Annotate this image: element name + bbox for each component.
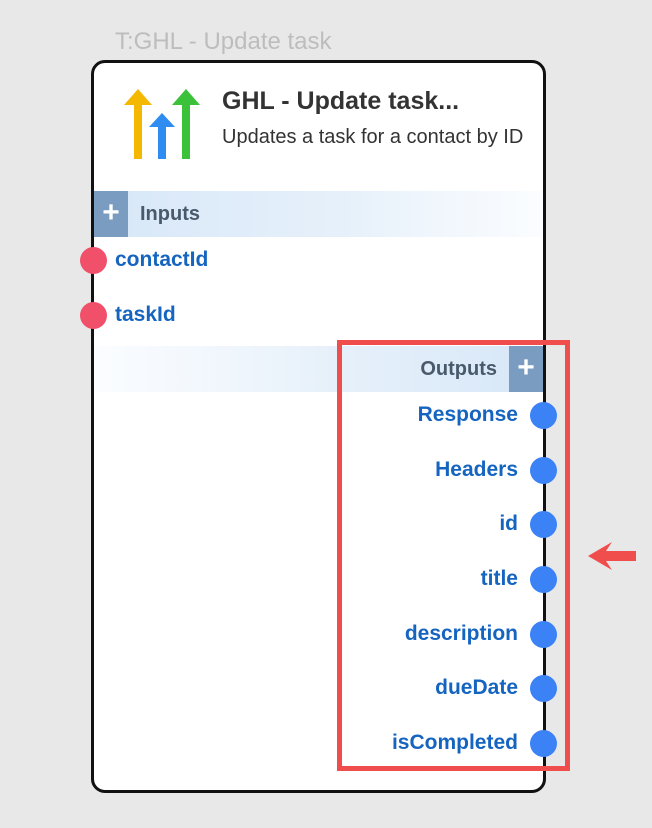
input-port-label: taskId [115, 303, 176, 326]
output-port-dot[interactable] [530, 729, 557, 757]
output-port-label: description [404, 622, 518, 645]
output-port-dot[interactable] [530, 620, 557, 648]
output-port-description[interactable]: description [405, 619, 557, 649]
output-port-label: isCompleted [391, 731, 518, 754]
outputs-label: Outputs [420, 357, 497, 380]
node-caption: T:GHL - Update task [115, 28, 332, 55]
output-port-duedate[interactable]: dueDate [435, 673, 557, 703]
inputs-section-bar: + Inputs [94, 191, 543, 237]
input-port-label: contactId [115, 248, 209, 271]
input-port-contactid[interactable]: contactId [80, 245, 208, 275]
input-port-dot[interactable] [80, 301, 107, 329]
output-port-dot[interactable] [530, 510, 557, 538]
output-port-label: title [480, 567, 518, 590]
output-port-label: Response [417, 403, 518, 426]
pointer-arrow-icon [588, 542, 636, 570]
output-port-label: id [499, 512, 518, 535]
ghl-logo-icon [124, 89, 200, 159]
output-port-headers[interactable]: Headers [435, 455, 557, 485]
output-port-id[interactable]: id [499, 509, 557, 539]
add-input-button[interactable]: + [94, 191, 128, 237]
workflow-node[interactable]: GHL - Update task... Updates a task for … [80, 60, 557, 793]
add-output-button[interactable]: + [509, 346, 543, 392]
output-port-response[interactable]: Response [418, 400, 557, 430]
output-port-label: dueDate [435, 676, 518, 699]
workflow-canvas[interactable]: T:GHL - Update task GHL - Update task...… [0, 0, 652, 828]
inputs-label: Inputs [140, 202, 200, 225]
node-header: GHL - Update task... Updates a task for … [94, 63, 543, 191]
output-port-title[interactable]: title [481, 564, 557, 594]
output-port-iscompleted[interactable]: isCompleted [392, 728, 557, 758]
input-port-taskid[interactable]: taskId [80, 300, 176, 330]
output-port-dot[interactable] [530, 674, 557, 702]
node-description: Updates a task for a contact by ID [222, 126, 524, 148]
output-port-dot[interactable] [530, 565, 557, 593]
node-title: GHL - Update task... [222, 87, 460, 115]
output-port-dot[interactable] [530, 456, 557, 484]
output-port-dot[interactable] [530, 401, 557, 429]
output-port-label: Headers [435, 458, 518, 481]
outputs-section-bar: Outputs + [94, 346, 543, 392]
input-port-dot[interactable] [80, 246, 107, 274]
